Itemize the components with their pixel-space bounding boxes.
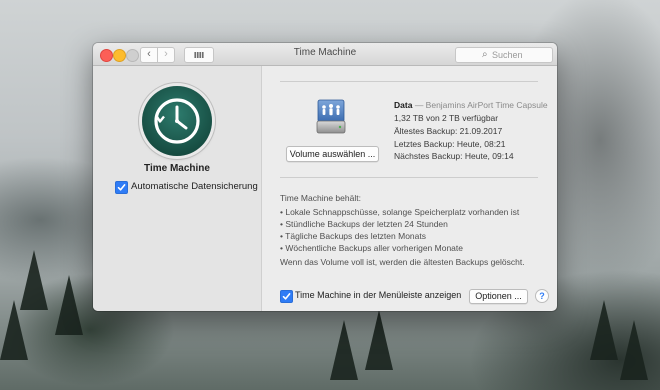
keeps-item: • Wöchentliche Backups aller vorherigen … (280, 243, 463, 253)
divider (280, 177, 538, 178)
tree-silhouette (0, 300, 28, 360)
title-bar[interactable]: ‹ › Time Machine ⌕ Suchen (93, 43, 557, 66)
keeps-item: • Lokale Schnappschüsse, solange Speiche… (280, 207, 520, 217)
keeps-heading: Time Machine behält: (280, 193, 361, 203)
keeps-item: • Tägliche Backups des letzten Monats (280, 231, 426, 241)
backup-disk-icon (314, 99, 348, 135)
free-space: 1,32 TB von 2 TB verfügbar (394, 113, 499, 123)
checkbox-checked-icon[interactable] (280, 290, 293, 303)
app-name: Time Machine (144, 163, 210, 174)
auto-backup-label: Automatische Datensicherung (131, 181, 258, 192)
search-icon: ⌕ (482, 49, 488, 60)
disk-name: Data (394, 100, 413, 110)
tree-silhouette (330, 320, 358, 380)
keeps-footer: Wenn das Volume voll ist, werden die ält… (280, 257, 525, 267)
search-placeholder: Suchen (492, 50, 523, 60)
tree-silhouette (365, 310, 393, 370)
menubar-label: Time Machine in der Menüleiste anzeigen (295, 290, 462, 300)
divider (280, 81, 538, 82)
help-button[interactable]: ? (535, 289, 549, 303)
time-machine-icon (142, 86, 212, 156)
latest-backup: Letztes Backup: Heute, 08:21 (394, 139, 506, 149)
checkbox-checked-icon[interactable] (115, 181, 128, 194)
left-pane: Time Machine Automatische Datensicherung (93, 66, 262, 311)
tree-silhouette (620, 320, 648, 380)
tree-silhouette (590, 300, 618, 360)
search-field[interactable]: ⌕ Suchen (455, 47, 553, 63)
preferences-window: ‹ › Time Machine ⌕ Suchen Time Machine A… (93, 43, 557, 311)
keeps-item: • Stündliche Backups der letzten 24 Stun… (280, 219, 448, 229)
next-backup: Nächstes Backup: Heute, 09:14 (394, 151, 514, 161)
tree-silhouette (55, 275, 83, 335)
options-button[interactable]: Optionen ... (469, 289, 528, 304)
oldest-backup: Ältestes Backup: 21.09.2017 (394, 126, 503, 136)
disk-title: Data — Benjamins AirPort Time Capsule (394, 100, 548, 110)
select-volume-button[interactable]: Volume auswählen ... (286, 146, 379, 162)
disk-location: — Benjamins AirPort Time Capsule (414, 100, 548, 110)
